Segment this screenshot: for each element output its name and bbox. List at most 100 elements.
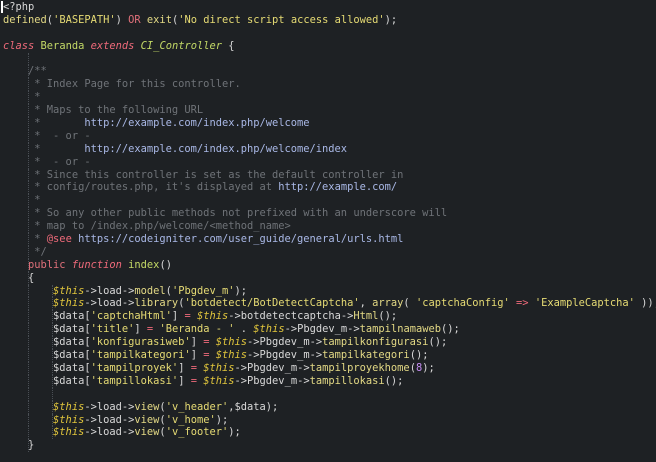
code-line[interactable]: [0, 27, 656, 40]
code-token: $this: [253, 323, 285, 336]
code-token: ->: [84, 413, 97, 426]
code-token: );: [215, 413, 229, 426]
code-token: public: [28, 258, 66, 271]
indent-guide: [52, 361, 53, 375]
code-token: class: [3, 39, 35, 52]
indent-guide: [52, 387, 53, 401]
code-token: Html: [353, 310, 379, 323]
code-line[interactable]: $data['tampillokasi'] = $this->Pbgdev_m-…: [0, 374, 656, 388]
code-token: load: [96, 297, 122, 310]
indent-guide: [28, 258, 29, 272]
indent-guide: [28, 284, 29, 298]
code-line[interactable]: [0, 387, 656, 401]
code-token: ,$data);: [228, 400, 279, 413]
code-line[interactable]: * map to /index.php/welcome/<method_name…: [0, 220, 656, 234]
code-line[interactable]: * Since this controller is set as the de…: [0, 168, 656, 182]
code-token: ->: [247, 336, 260, 349]
code-line[interactable]: $data['konfigurasiweb'] = $this->Pbgdev_…: [0, 336, 656, 350]
code-line[interactable]: $this->load->model('Pbgdev_m');: [0, 284, 656, 298]
indent-guide: [28, 245, 29, 259]
indent-guide: [28, 194, 29, 208]
code-line[interactable]: *: [0, 91, 656, 105]
code-token: exit: [146, 13, 172, 26]
indent-guide: [28, 374, 29, 388]
code-line[interactable]: *: [0, 194, 656, 208]
code-token: model: [134, 284, 166, 297]
code-token: *: [3, 117, 85, 130]
code-token: botdetectcaptcha: [240, 310, 341, 323]
code-token: (): [159, 258, 172, 271]
code-token: $this: [215, 349, 248, 362]
code-token: $data[: [3, 310, 91, 323]
code-token: $this: [53, 284, 85, 297]
code-token: ]: [178, 374, 191, 387]
code-line[interactable]: * So any other public methods not prefix…: [0, 207, 656, 221]
code-line[interactable]: * config/routes.php, it's displayed at h…: [0, 181, 656, 195]
code-line[interactable]: defined('BASEPATH') OR exit('No direct s…: [0, 14, 656, 27]
code-token: $data[: [3, 374, 91, 387]
indent-guide: [28, 142, 29, 156]
indent-guide: [52, 323, 53, 337]
code-token: http://example.com/: [278, 181, 398, 194]
code-line[interactable]: * http://example.com/index.php/welcome/i…: [0, 142, 656, 156]
code-token: array: [372, 297, 404, 310]
code-line[interactable]: $data['title'] = 'Beranda - ' . $this->P…: [0, 323, 656, 337]
code-token: ->: [347, 323, 360, 336]
code-token: * - or -: [3, 129, 91, 142]
code-token: );: [384, 13, 398, 26]
indent-guide: [28, 181, 29, 195]
code-line[interactable]: * Index Page for this controller.: [0, 78, 656, 92]
code-line[interactable]: }: [0, 439, 656, 453]
code-token: Beranda: [40, 39, 85, 52]
indent-guide: [28, 233, 29, 246]
code-token: view: [134, 413, 160, 426]
code-line[interactable]: * @see https://codeigniter.com/user_guid…: [0, 233, 656, 246]
code-line[interactable]: $this->load->view('v_footer');: [0, 426, 656, 440]
code-token: https://codeigniter.com/user_guide/gener…: [78, 233, 404, 246]
code-line[interactable]: $this->load->view('v_header',$data);: [0, 400, 656, 414]
code-token: );: [228, 426, 241, 439]
code-token: 'tampilproyek': [90, 361, 179, 374]
code-token: 'v_footer': [165, 426, 229, 439]
indent-guide: [28, 129, 29, 143]
code-token: * Index Page for this controller.: [3, 78, 241, 91]
code-token: ->: [84, 400, 97, 413]
code-token: /**: [3, 65, 47, 78]
code-line[interactable]: $data['captchaHtml'] = $this->botdetectc…: [0, 310, 656, 324]
code-line[interactable]: */: [0, 245, 656, 259]
code-token: ,: [359, 297, 373, 310]
code-line[interactable]: class Beranda extends CI_Controller {: [0, 40, 656, 53]
code-line[interactable]: * Maps to the following URL: [0, 104, 656, 118]
indent-guide: [28, 168, 29, 182]
code-token: ->: [284, 323, 298, 336]
indent-guide: [28, 336, 29, 350]
indent-guide: [28, 439, 29, 453]
code-token: 'botdetect/BotDetectCaptcha': [184, 297, 360, 310]
code-token: ->: [228, 310, 241, 323]
code-token: * Maps to the following URL: [3, 104, 204, 117]
indent-guide: [28, 104, 29, 118]
code-token: ->: [340, 310, 354, 323]
code-line[interactable]: $this->load->view('v_home');: [0, 413, 656, 427]
code-line[interactable]: $this->load->library('botdetect/BotDetec…: [0, 297, 656, 311]
indent-guide: [52, 336, 53, 350]
code-token: load: [96, 413, 122, 426]
indent-guide: [28, 271, 29, 285]
indent-guide: [28, 323, 29, 337]
code-line[interactable]: <?php: [0, 1, 656, 14]
indent-guide: [28, 349, 29, 362]
code-line[interactable]: * - or -: [0, 155, 656, 169]
code-line[interactable]: $data['tampilkategori'] = $this->Pbgdev_…: [0, 349, 656, 362]
code-token: <?php: [3, 1, 35, 13]
code-token: (: [403, 297, 416, 310]
code-line[interactable]: $data['tampilproyek'] = $this->Pbgdev_m-…: [0, 361, 656, 375]
code-line[interactable]: * - or -: [0, 129, 656, 143]
code-token: library: [134, 297, 179, 310]
code-line[interactable]: /**: [0, 65, 656, 79]
code-line[interactable]: [0, 52, 656, 66]
code-token: =>: [516, 297, 529, 310]
code-line[interactable]: {: [0, 271, 656, 285]
code-line[interactable]: public function index(): [0, 258, 656, 272]
code-editor[interactable]: <?php defined('BASEPATH') OR exit('No dir…: [0, 0, 656, 462]
code-line[interactable]: * http://example.com/index.php/welcome: [0, 117, 656, 130]
